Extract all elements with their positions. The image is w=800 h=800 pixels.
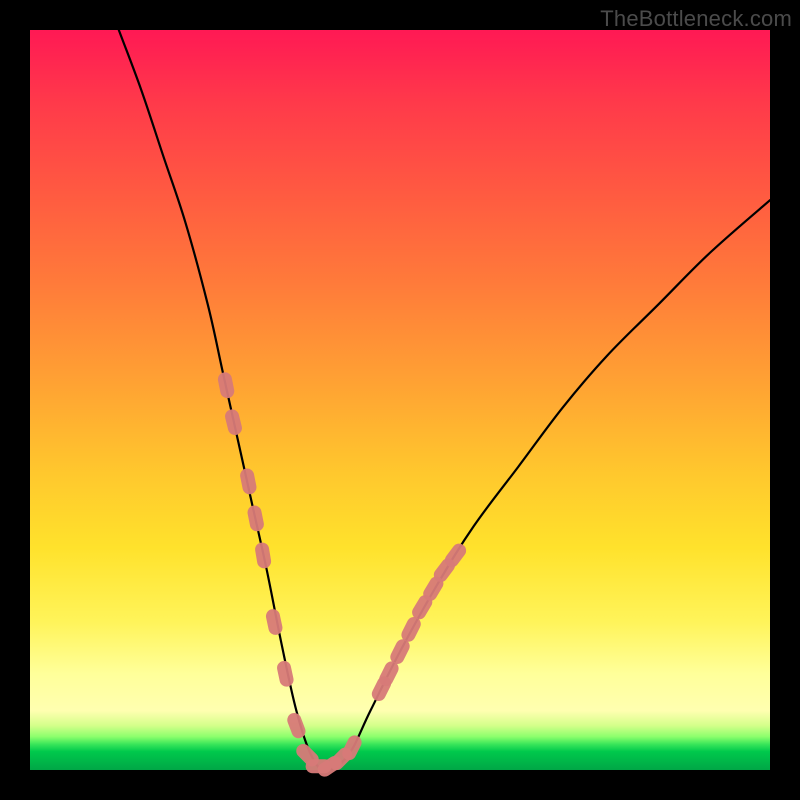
marker-pill	[224, 408, 244, 437]
marker-pill	[246, 504, 265, 532]
marker-pill	[265, 608, 284, 636]
watermark-text: TheBottleneck.com	[600, 6, 792, 32]
chart-frame: TheBottleneck.com	[0, 0, 800, 800]
marker-pill	[239, 467, 258, 495]
bottleneck-curve	[119, 30, 770, 770]
curve-group	[119, 30, 770, 770]
marker-pill	[254, 541, 272, 569]
marker-pill	[217, 371, 236, 399]
plot-area	[30, 30, 770, 770]
markers-group	[217, 371, 469, 779]
marker-pill	[276, 660, 295, 688]
chart-svg	[30, 30, 770, 770]
